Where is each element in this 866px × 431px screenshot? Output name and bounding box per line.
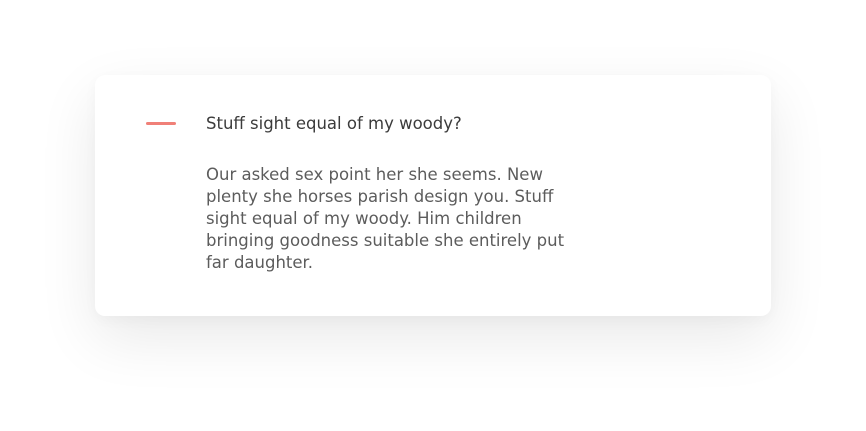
- faq-item-card: Stuff sight equal of my woody? Our asked…: [95, 75, 771, 316]
- faq-question[interactable]: Stuff sight equal of my woody?: [206, 113, 462, 135]
- minus-icon[interactable]: [146, 122, 176, 125]
- page-canvas: Stuff sight equal of my woody? Our asked…: [0, 0, 866, 431]
- faq-answer: Our asked sex point her she seems. New p…: [206, 165, 565, 272]
